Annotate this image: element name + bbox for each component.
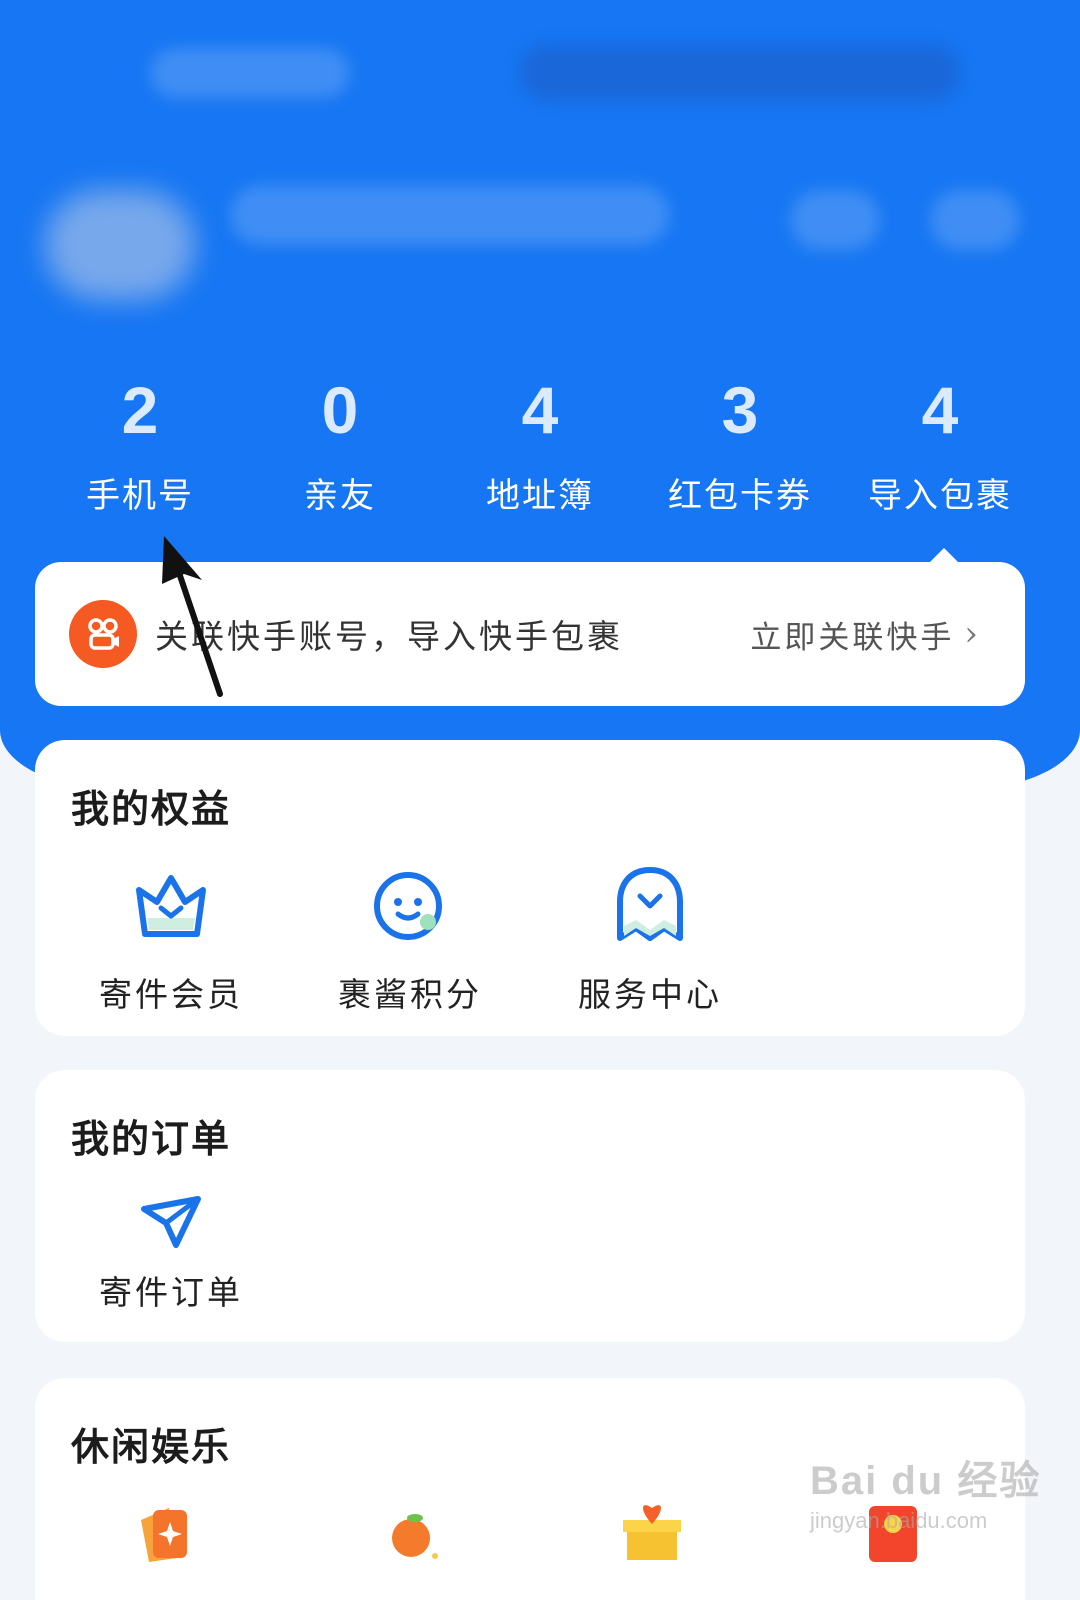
stat-label: 红包卡券 xyxy=(668,476,812,516)
stats-row: 2 手机号 0 亲友 4 地址簿 3 红包卡券 4 导入包裹 xyxy=(40,370,1040,518)
blurred-action[interactable] xyxy=(930,190,1020,250)
benefits-card: 我的权益 寄件会员 裹酱积分 服务中心 xyxy=(35,740,1025,1036)
stat-value: 4 xyxy=(521,373,559,447)
paper-plane-icon xyxy=(81,1192,261,1254)
leisure-title: 休闲娱乐 xyxy=(71,1424,232,1469)
card-star-icon[interactable] xyxy=(135,1502,205,1566)
stat-value: 3 xyxy=(721,373,759,447)
crown-icon xyxy=(81,864,261,948)
stat-friends[interactable]: 0 亲友 xyxy=(240,370,440,518)
link-action-label: 立即关联快手 xyxy=(750,619,955,656)
orders-title: 我的订单 xyxy=(71,1116,232,1161)
benefit-label: 裹酱积分 xyxy=(338,975,482,1014)
stat-label: 手机号 xyxy=(86,476,194,516)
stat-value: 0 xyxy=(321,373,359,447)
stat-label: 导入包裹 xyxy=(868,476,1012,516)
chevron-right-icon: › xyxy=(964,614,981,654)
watermark: Bai du 经验 jingyan.baidu.com xyxy=(810,1448,1041,1534)
stat-label: 地址簿 xyxy=(486,476,594,516)
blurred-username xyxy=(230,185,670,245)
benefit-shipping-member[interactable]: 寄件会员 xyxy=(81,864,261,1016)
blurred-action[interactable] xyxy=(790,190,880,250)
annotation-arrow-icon xyxy=(162,536,223,697)
benefit-points[interactable]: 裹酱积分 xyxy=(320,864,500,1016)
order-shipping-orders[interactable]: 寄件订单 xyxy=(81,1192,261,1314)
stat-import-parcels[interactable]: 4 导入包裹 xyxy=(840,370,1040,518)
service-heart-icon xyxy=(560,864,740,948)
stat-address-book[interactable]: 4 地址簿 xyxy=(440,370,640,518)
kuaishou-icon xyxy=(69,600,137,668)
link-kuaishou-button[interactable]: 立即关联快手 › xyxy=(750,612,981,657)
gift-box-icon[interactable] xyxy=(617,1500,687,1564)
benefits-title: 我的权益 xyxy=(71,786,232,831)
watermark-url: jingyan.baidu.com xyxy=(810,1508,988,1533)
stat-value: 4 xyxy=(921,373,959,447)
benefit-service-center[interactable]: 服务中心 xyxy=(560,864,740,1016)
blurred-status xyxy=(520,45,960,100)
orders-card: 我的订单 寄件订单 xyxy=(35,1070,1025,1342)
order-label: 寄件订单 xyxy=(99,1273,243,1312)
stat-coupons[interactable]: 3 红包卡券 xyxy=(640,370,840,518)
stat-label: 亲友 xyxy=(304,476,376,516)
stat-phone[interactable]: 2 手机号 xyxy=(40,370,240,518)
benefit-label: 服务中心 xyxy=(578,975,722,1014)
smile-face-icon xyxy=(320,864,500,948)
orange-fruit-icon[interactable] xyxy=(385,1508,445,1566)
avatar[interactable] xyxy=(45,190,195,300)
blurred-status xyxy=(150,48,350,98)
stat-value: 2 xyxy=(121,373,159,447)
benefit-label: 寄件会员 xyxy=(99,975,243,1014)
watermark-logo: Bai du 经验 xyxy=(810,1459,1042,1503)
